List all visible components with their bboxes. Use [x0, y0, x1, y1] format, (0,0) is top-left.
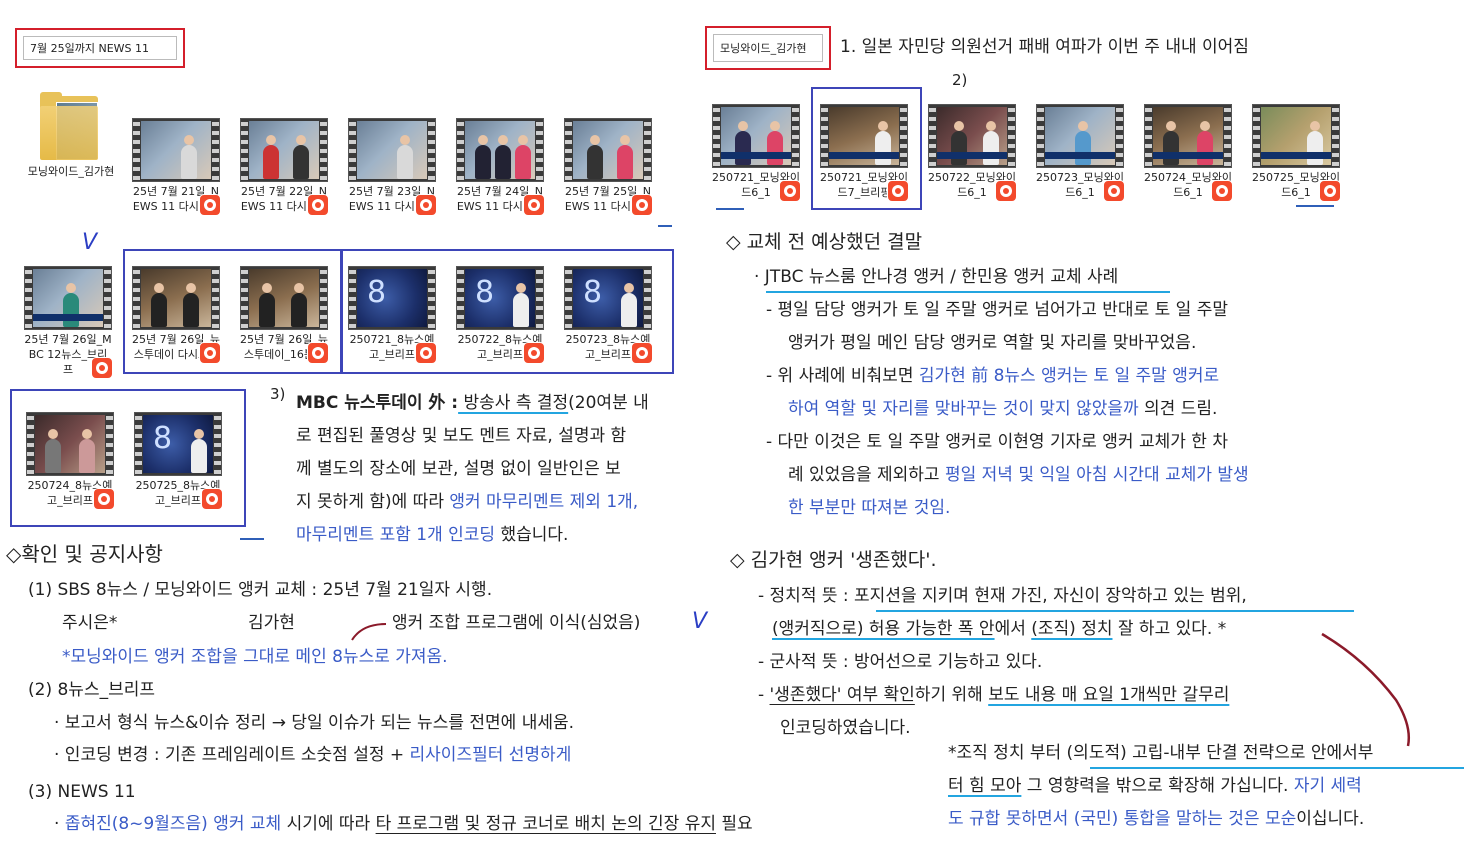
video-badge-icon	[199, 194, 221, 216]
video-badge-icon	[201, 488, 223, 510]
video-file[interactable]: 25년 7월 26일_뉴스투데이 다시보기	[132, 266, 221, 364]
video-file[interactable]: 25년 7월 24일_NEWS 11 다시보기	[456, 118, 545, 216]
eight-logo-icon: 8	[153, 421, 173, 456]
morning-label: 모닝와이드_김가현	[713, 34, 823, 62]
right-heading: 1. 일본 자민당 의원선거 패배 여파가 이번 주 내내 이어짐	[840, 37, 1249, 57]
video-file[interactable]: 250721_모닝와이드6_1	[712, 104, 801, 202]
annotation-curve	[1321, 632, 1410, 747]
highlight-underline	[1090, 767, 1464, 769]
video-file[interactable]: 25년 7월 22일_NEWS 11 다시보기	[240, 118, 329, 216]
expected-a2: 앵커가 평일 메인 담당 앵커로 역할 및 자리를 맞바꾸었음.	[788, 333, 1197, 353]
survived-note1: *조직 정치 부터 (의도적) 고립-내부 단결 전략으로 안에서부	[948, 743, 1374, 763]
video-badge-icon	[415, 342, 437, 364]
underline-mark	[658, 225, 672, 227]
highlight-underline	[766, 291, 1170, 293]
video-badge-icon	[307, 342, 329, 364]
video-file[interactable]: 8 250725_8뉴스예고_브리프	[134, 412, 223, 510]
expected-sub: · JTBC 뉴스룸 안나경 앵커 / 한민용 앵커 교체 사례	[754, 267, 1119, 287]
video-file[interactable]: 250722_모닝와이드6_1	[928, 104, 1017, 202]
video-badge-icon	[199, 342, 221, 364]
video-file[interactable]: 8 250723_8뉴스예고_브리프	[564, 266, 653, 364]
news11-label-box: 7월 25일까지 NEWS 11	[15, 28, 185, 68]
survived-note3: 도 규합 못하면서 (국민) 통합을 말하는 것은 모순이십니다.	[948, 809, 1365, 829]
confirm-item1: (1) SBS 8뉴스 / 모닝와이드 앵커 교체 : 25년 7월 21일자 …	[28, 580, 493, 600]
video-file[interactable]: 250723_모닝와이드6_1	[1036, 104, 1125, 202]
video-badge-icon	[995, 180, 1017, 202]
survived-title: ◇ 김가현 앵커 '생존했다'.	[730, 549, 937, 571]
folder-icon	[40, 92, 100, 162]
video-badge-icon	[887, 180, 909, 202]
survived-c1: - '생존했다' 여부 확인하기 위해 보도 내용 매 요일 1개씩만 갈무리	[758, 685, 1230, 705]
confirm-item3: (3) NEWS 11	[28, 782, 136, 802]
confirm-item1b-c: 앵커 조합 프로그램에 이식(심었음)	[392, 613, 641, 633]
video-file[interactable]: 25년 7월 26일_뉴스투데이_16분컷	[240, 266, 329, 364]
video-file[interactable]: 25년 7월 21일_NEWS 11 다시보기	[132, 118, 221, 216]
video-badge-icon	[779, 180, 801, 202]
survived-a2: (앵커직으로) 허용 가능한 폭 안에서 (조직) 정치 잘 하고 있다. *	[772, 619, 1227, 639]
right-number-2: 2)	[952, 71, 968, 89]
video-badge-icon	[631, 194, 653, 216]
underline-mark	[240, 538, 264, 540]
video-file[interactable]: 250725_모닝와이드6_1	[1252, 104, 1341, 202]
check-mark: V	[82, 230, 98, 255]
note3-line2: 로 편집된 풀영상 및 보도 멘트 자료, 설명과 함	[296, 426, 627, 446]
underline-mark	[716, 208, 744, 210]
video-badge-icon	[1211, 180, 1233, 202]
underline-mark	[1296, 205, 1334, 207]
note3-bold: MBC 뉴스투데이 外 :	[296, 393, 459, 413]
eight-logo-icon: 8	[367, 275, 387, 310]
expected-b1: - 위 사례에 비춰보면 김가현 前 8뉴스 앵커는 토 일 주말 앵커로	[766, 366, 1220, 386]
check-mark: V	[692, 609, 708, 634]
confirm-title: ◇확인 및 공지사항	[6, 542, 163, 566]
expected-title: ◇ 교체 전 예상했던 결말	[726, 231, 923, 253]
video-file[interactable]: 250724_모닝와이드6_1	[1144, 104, 1233, 202]
annotation-curve	[351, 623, 387, 641]
video-file[interactable]: 250721_모닝와이드7_브리핑	[820, 104, 909, 202]
news11-label: 7월 25일까지 NEWS 11	[23, 36, 177, 60]
video-file[interactable]: 25년 7월 26일_MBC 12뉴스_브리프	[24, 266, 113, 379]
confirm-item3a: · 좁혀진(8~9월즈음) 앵커 교체 시기에 따라 타 프로그램 및 정규 코…	[54, 814, 753, 834]
folder-caption: 모닝와이드_김가현	[27, 165, 115, 178]
note3-line5: 마무리멘트 포함 1개 인코딩 했습니다.	[296, 525, 569, 545]
video-file[interactable]: 25년 7월 25일_NEWS 11 다시보기	[564, 118, 653, 216]
folder-morning-wide[interactable]: 모닝와이드_김가현	[26, 92, 116, 179]
morning-label-box: 모닝와이드_김가현	[705, 26, 831, 70]
confirm-item2a: · 보고서 형식 뉴스&이슈 정리 → 당일 이슈가 되는 뉴스를 전면에 내세…	[54, 713, 575, 733]
video-badge-icon	[1103, 180, 1125, 202]
confirm-item2b: · 인코딩 변경 : 기존 프레임레이트 소숫점 설정 + 리사이즈필터 선명하…	[54, 745, 572, 765]
note3-line4: 지 못하게 함)에 따라 앵커 마무리멘트 제외 1개,	[296, 492, 639, 512]
video-badge-icon	[307, 194, 329, 216]
survived-a1: - 정치적 뜻 : 포지션을 지키며 현재 가진, 자신이 장악하고 있는 범위…	[758, 586, 1247, 606]
video-file[interactable]: 8 250721_8뉴스예고_브리프	[348, 266, 437, 364]
video-badge-icon	[415, 194, 437, 216]
expected-a1: - 평일 담당 앵커가 토 일 주말 앵커로 넘어가고 반대로 토 일 주말	[766, 300, 1228, 320]
survived-note2: 터 힘 모아 그 영향력을 밖으로 확장해 가십니다. 자기 세력	[948, 776, 1362, 796]
survived-b1: - 군사적 뜻 : 방어선으로 기능하고 있다.	[758, 652, 1043, 672]
highlight-underline	[876, 610, 1354, 612]
video-badge-icon	[1319, 180, 1341, 202]
video-badge-icon	[631, 342, 653, 364]
confirm-item1b-b: 김가현	[248, 613, 295, 633]
survived-c2: 인코딩하였습니다.	[780, 718, 911, 738]
note3-line3: 께 별도의 장소에 보관, 설명 없이 일반인은 보	[296, 459, 621, 479]
video-badge-icon	[91, 357, 113, 379]
video-badge-icon	[523, 342, 545, 364]
confirm-item2: (2) 8뉴스_브리프	[28, 680, 156, 700]
video-badge-icon	[523, 194, 545, 216]
expected-b2: 하여 역할 및 자리를 맞바꾸는 것이 맞지 않았을까 의견 드림.	[788, 399, 1218, 419]
video-file[interactable]: 8 250722_8뉴스예고_브리프	[456, 266, 545, 364]
note3-line1: MBC 뉴스투데이 外 : 방송사 측 결정(20여분 내	[296, 393, 649, 413]
confirm-item1c: *모닝와이드 앵커 조합을 그대로 메인 8뉴스로 가져옴.	[62, 647, 448, 667]
eight-logo-icon: 8	[583, 275, 603, 310]
confirm-item1b-a: 주시은*	[62, 613, 118, 633]
expected-c2: 례 있었음을 제외하고 평일 저녁 및 익일 아침 시간대 교체가 발생	[788, 465, 1249, 485]
video-file[interactable]: 250724_8뉴스예고_브리프	[26, 412, 115, 510]
note3-number: 3)	[270, 385, 286, 403]
expected-c3: 한 부분만 따져본 것임.	[788, 498, 951, 518]
expected-c1: - 다만 이것은 토 일 주말 앵커로 이현영 기자로 앵커 교체가 한 차	[766, 432, 1228, 452]
eight-logo-icon: 8	[475, 275, 495, 310]
video-badge-icon	[93, 488, 115, 510]
video-file[interactable]: 25년 7월 23일_NEWS 11 다시보기	[348, 118, 437, 216]
